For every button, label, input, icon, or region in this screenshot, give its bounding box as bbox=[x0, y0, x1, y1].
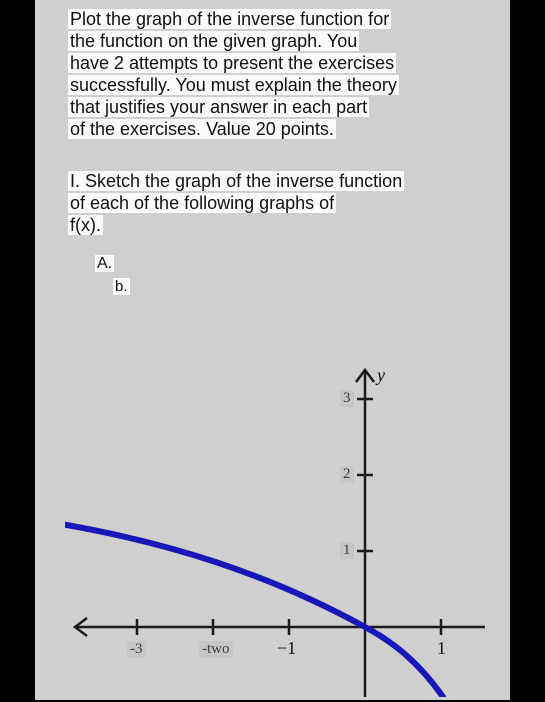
instructions-line: that justifies your answer in each part bbox=[68, 97, 369, 117]
x-tick-label: -3 bbox=[127, 641, 146, 658]
option-b-label: b. bbox=[113, 278, 130, 295]
instructions-line: the function on the given graph. You bbox=[68, 31, 359, 51]
option-a-label: A. bbox=[95, 255, 114, 272]
option-a: A. bbox=[95, 255, 114, 273]
screen: Plot the graph of the inverse function f… bbox=[0, 0, 545, 700]
instructions-block: Plot the graph of the inverse function f… bbox=[68, 8, 478, 140]
y-tick-label: 1 bbox=[340, 542, 354, 559]
question-line: f(x). bbox=[68, 215, 103, 235]
graph: 3 2 1 y -3 -two −1 1 bbox=[65, 352, 495, 697]
question-line: of each of the following graphs of bbox=[68, 193, 336, 213]
y-tick-label: 3 bbox=[340, 390, 354, 407]
question-line: I. Sketch the graph of the inverse funct… bbox=[68, 171, 404, 191]
instructions-line: of the exercises. Value 20 points. bbox=[68, 119, 336, 139]
x-tick-label: 1 bbox=[437, 638, 446, 659]
y-axis-label: y bbox=[377, 365, 385, 386]
y-tick-label: 2 bbox=[340, 466, 354, 483]
x-tick-label: -two bbox=[199, 641, 233, 658]
instructions-line: have 2 attempts to present the exercises bbox=[68, 53, 396, 73]
question-block: I. Sketch the graph of the inverse funct… bbox=[68, 170, 478, 236]
curve-fx bbox=[65, 524, 443, 697]
instructions-line: successfully. You must explain the theor… bbox=[68, 75, 399, 95]
x-tick-label: −1 bbox=[277, 638, 296, 659]
instructions-line: Plot the graph of the inverse function f… bbox=[68, 9, 391, 29]
document-page: Plot the graph of the inverse function f… bbox=[35, 0, 510, 700]
option-b: b. bbox=[113, 278, 130, 295]
